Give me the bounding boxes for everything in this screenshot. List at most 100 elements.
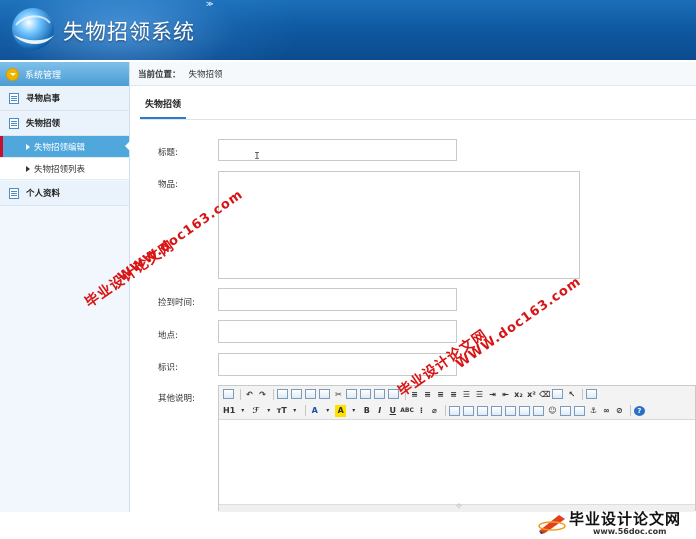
font-family-dropdown[interactable]: ℱ — [250, 405, 261, 417]
anchor-icon[interactable]: ⚓ — [588, 405, 599, 417]
rich-text-editor[interactable]: ↶ ↷ ✂ ≡ ≡ ≡ ≡ ☰ ☰ ⇥ ⇤ x₂ x² ⌫ ↖ H1 ▾ ℱ ▾… — [218, 385, 696, 512]
editor-content-area[interactable] — [219, 420, 695, 504]
sidebar-subitem-label: 失物招领列表 — [34, 164, 86, 175]
tab-bar: 失物招领 — [140, 92, 696, 120]
pagebreak-icon[interactable] — [573, 405, 585, 416]
baidu-map-icon[interactable] — [559, 405, 571, 416]
media-icon[interactable] — [490, 405, 502, 416]
link-icon[interactable]: ∞ — [601, 405, 612, 417]
align-justify-icon[interactable]: ≡ — [448, 388, 459, 400]
font-caret-icon: ▾ — [267, 407, 271, 414]
editor-toolbar-row-2: H1 ▾ ℱ ▾ тT ▾ A ▾ A ▾ B I U ABC ⁝ ⌀ ☺ ⚓ … — [219, 402, 695, 420]
toolbar-separator — [240, 388, 241, 400]
outdent-icon[interactable]: ⇤ — [500, 388, 511, 400]
sidebar-subitem-found-edit[interactable]: 失物招领编辑 — [0, 136, 130, 158]
align-center-icon[interactable]: ≡ — [422, 388, 433, 400]
undo-icon[interactable]: ↶ — [244, 388, 255, 400]
indent-icon[interactable]: ⇥ — [487, 388, 498, 400]
toolbar-separator — [305, 405, 307, 416]
italic-button[interactable]: I — [374, 405, 385, 417]
heading-dropdown[interactable]: H1 — [223, 405, 235, 417]
sidebar-item-profile[interactable]: 个人资料 — [0, 181, 129, 206]
image-icon[interactable] — [448, 405, 460, 416]
toolbar-separator — [273, 388, 274, 400]
print-icon[interactable] — [291, 389, 302, 399]
breadcrumb: 当前位置： 失物招领 — [130, 62, 696, 86]
table-icon[interactable] — [518, 405, 530, 416]
clear-format-icon[interactable]: ⌫ — [539, 388, 550, 400]
template-icon[interactable] — [305, 389, 316, 399]
heading-caret-icon: ▾ — [241, 407, 245, 414]
editor-toolbar-row-1: ↶ ↷ ✂ ≡ ≡ ≡ ≡ ☰ ☰ ⇥ ⇤ x₂ x² ⌫ ↖ — [219, 386, 695, 402]
sidebar-subitem-found-list[interactable]: 失物招领列表 — [0, 158, 129, 180]
paste-text-icon[interactable] — [374, 389, 385, 399]
footer-logo: 毕业设计论文网 www.56doc.com — [533, 509, 696, 539]
font-color-icon[interactable]: A — [309, 405, 320, 417]
subscript-icon[interactable]: x₂ — [513, 388, 524, 400]
breadcrumb-label: 当前位置： — [138, 69, 181, 80]
unlink-icon[interactable]: ⊘ — [614, 405, 625, 417]
found-time-label: 捡到时间: — [158, 298, 195, 308]
line-height-icon[interactable]: ⁝ — [416, 405, 427, 417]
app-logo-icon — [12, 8, 54, 50]
strikethrough-button[interactable]: ABC — [400, 405, 414, 417]
align-right-icon[interactable]: ≡ — [435, 388, 446, 400]
multi-image-icon[interactable] — [462, 405, 474, 416]
item-label: 物品: — [158, 180, 178, 190]
select-all-icon[interactable]: ↖ — [566, 388, 577, 400]
highlight-color-icon[interactable]: A — [335, 404, 347, 417]
size-caret-icon: ▾ — [293, 407, 297, 414]
redo-icon[interactable]: ↷ — [257, 388, 268, 400]
sidebar-item-found-items[interactable]: 失物招领 — [0, 111, 129, 136]
notes-label: 其他说明: — [158, 394, 195, 404]
flash-icon[interactable] — [476, 405, 488, 416]
font-size-dropdown[interactable]: тT — [276, 405, 287, 417]
help-icon[interactable]: ? — [633, 405, 645, 416]
font-color-caret-icon: ▾ — [326, 407, 330, 414]
bold-button[interactable]: B — [361, 405, 372, 417]
toolbar-separator — [629, 405, 631, 416]
emoticon-icon[interactable]: ☺ — [547, 405, 558, 417]
sidebar-item-label: 失物招领 — [26, 119, 61, 129]
highlight-caret-icon: ▾ — [352, 407, 356, 414]
cut-icon[interactable]: ✂ — [333, 388, 344, 400]
eraser-icon[interactable]: ⌀ — [429, 405, 440, 417]
text-cursor-icon: I — [254, 151, 261, 162]
preview-icon[interactable] — [277, 389, 288, 399]
footer-brand: 毕业设计论文网 — [569, 510, 682, 528]
footer-url: www.56doc.com — [593, 527, 667, 536]
title-label: 标题: — [158, 148, 178, 158]
sidebar-item-label: 个人资料 — [26, 189, 61, 199]
sidebar-item-label: 寻物启事 — [26, 94, 61, 104]
underline-button[interactable]: U — [387, 405, 398, 417]
found-time-input[interactable] — [218, 288, 457, 311]
source-icon[interactable] — [223, 389, 234, 399]
header-marker: ≫ — [206, 0, 214, 8]
superscript-icon[interactable]: x² — [526, 388, 537, 400]
quick-format-icon[interactable] — [552, 389, 564, 399]
copy-icon[interactable] — [346, 389, 357, 399]
item-textarea[interactable] — [218, 171, 580, 279]
watermark-url-2: WWW.doc163.com — [453, 274, 585, 372]
paste-icon[interactable] — [360, 389, 371, 399]
file-icon[interactable] — [504, 405, 516, 416]
sidebar-item-lost-notice[interactable]: 寻物启事 — [0, 86, 129, 111]
document-icon — [9, 92, 19, 104]
place-input[interactable] — [218, 320, 457, 343]
code-icon[interactable] — [319, 389, 330, 399]
resize-handle-icon[interactable]: ⊹ — [456, 502, 462, 510]
fullscreen-icon[interactable] — [586, 389, 598, 399]
caret-right-icon — [26, 143, 30, 150]
pen-logo-icon — [538, 515, 566, 534]
breadcrumb-current: 失物招领 — [188, 69, 223, 80]
toolbar-separator — [444, 405, 446, 416]
document-icon — [9, 117, 19, 129]
unordered-list-icon[interactable]: ☰ — [474, 388, 485, 400]
place-label: 地点: — [158, 331, 178, 341]
ordered-list-icon[interactable]: ☰ — [461, 388, 472, 400]
document-icon — [9, 187, 19, 199]
hr-icon[interactable] — [532, 405, 544, 416]
toolbar-separator — [582, 388, 584, 400]
tab-found-items[interactable]: 失物招领 — [140, 92, 187, 119]
sidebar-section-system[interactable]: 系统管理 — [0, 62, 129, 86]
